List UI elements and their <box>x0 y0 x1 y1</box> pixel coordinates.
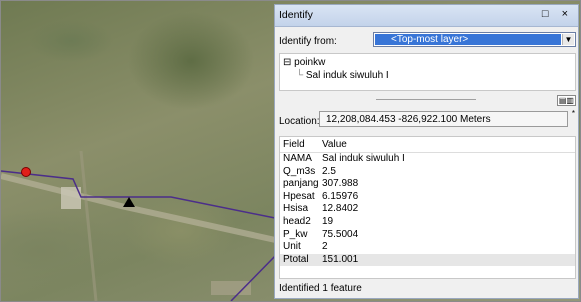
table-row[interactable]: Unit 2 <box>280 241 575 254</box>
table-row[interactable]: Q_m3s 2.5 <box>280 166 575 179</box>
value-cell: 307.988 <box>322 178 359 190</box>
tree-feature-label: Sal induk siwuluh I <box>305 70 389 81</box>
table-row[interactable]: head2 19 <box>280 216 575 229</box>
field-cell: Ptotal <box>283 253 309 265</box>
value-cell: 75.5004 <box>322 228 359 240</box>
dropdown-selected-value: <Top-most layer> <box>375 34 561 45</box>
field-cell: Q_m3s <box>283 165 316 177</box>
value-cell: 6.15976 <box>322 190 359 202</box>
triangle-marker <box>123 197 135 207</box>
table-row[interactable]: Hsisa 12.8402 <box>280 203 575 216</box>
window-controls[interactable]: □ × <box>542 8 573 20</box>
location-value: 12,208,084.453 -826,922.100 Meters <box>319 111 568 127</box>
field-cell: NAMA <box>283 153 312 164</box>
location-label: Location: <box>279 116 320 127</box>
splitter[interactable]: ▤▥ <box>279 95 576 106</box>
table-row[interactable]: Ptotal 151.001 <box>280 253 575 267</box>
value-cell: 2.5 <box>322 165 336 177</box>
results-tree: ⊟ poinkw └ Sal induk siwuluh I <box>279 53 576 91</box>
field-column-header[interactable]: Field <box>280 137 321 152</box>
field-cell: panjang <box>283 178 319 190</box>
canal-line-2 <box>230 250 281 301</box>
value-cell: 151.001 <box>322 253 359 265</box>
tree-layer-label: poinkw <box>294 57 326 68</box>
value-cell: 12.8402 <box>322 203 359 215</box>
tree-node-feature[interactable]: └ Sal induk siwuluh I <box>296 70 389 81</box>
grid-header: Field Value <box>280 137 575 153</box>
splitter-handle[interactable] <box>376 99 476 100</box>
tree-connector: └ <box>296 70 306 81</box>
field-cell: Unit <box>283 241 301 253</box>
table-row[interactable]: NAMA Sal induk siwuluh I <box>280 153 575 166</box>
value-cell: 19 <box>322 215 334 227</box>
table-row[interactable]: Hpesat 6.15976 <box>280 191 575 204</box>
screenshot-frame: Identify □ × Identify from: <Top-most la… <box>0 0 581 302</box>
window-title: Identify <box>279 9 313 21</box>
identify-window: Identify □ × Identify from: <Top-most la… <box>274 4 579 299</box>
field-cell: Hpesat <box>283 190 315 202</box>
chevron-down-icon[interactable]: ▼ <box>562 34 574 45</box>
identify-from-dropdown[interactable]: <Top-most layer> ▼ <box>373 32 576 47</box>
location-options-icon[interactable]: * <box>572 109 575 118</box>
collapse-icon[interactable]: ⊟ <box>283 57 291 68</box>
tree-node-layer[interactable]: ⊟ poinkw <box>283 57 325 68</box>
status-text: Identified 1 feature <box>279 283 362 294</box>
field-cell: head2 <box>283 215 311 227</box>
field-cell: Hsisa <box>283 203 309 215</box>
value-column-header[interactable]: Value <box>321 137 575 152</box>
table-row[interactable]: panjang 307.988 <box>280 178 575 191</box>
attribute-grid: Field Value NAMA Sal induk siwuluh I Q_m3… <box>279 136 576 279</box>
red-point-marker <box>21 167 31 177</box>
title-bar[interactable]: Identify □ × <box>275 5 578 27</box>
view-toggle-icon[interactable]: ▤▥ <box>556 95 576 106</box>
field-cell: P_kw <box>283 228 308 240</box>
table-row[interactable]: P_kw 75.5004 <box>280 229 575 242</box>
value-cell: Sal induk siwuluh I <box>322 153 405 164</box>
identify-from-label: Identify from: <box>279 36 337 47</box>
value-cell: 2 <box>322 241 328 253</box>
